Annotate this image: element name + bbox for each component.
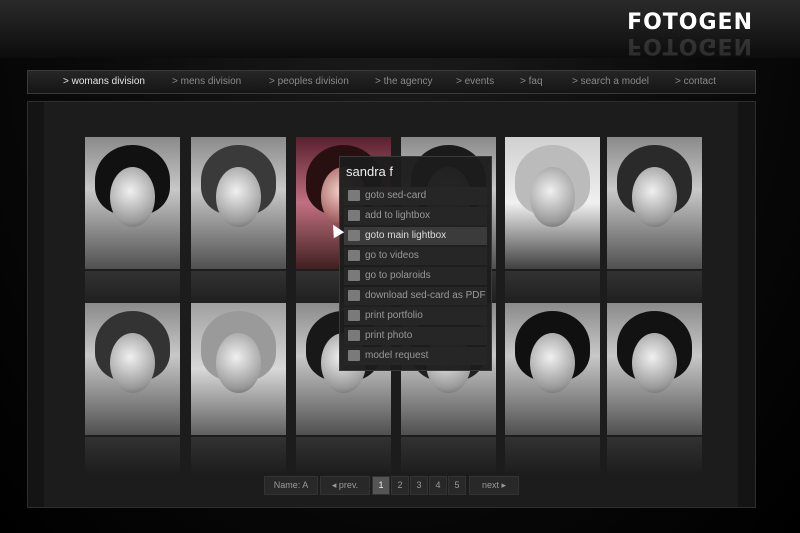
video-icon xyxy=(348,250,360,261)
model-thumbnail[interactable] xyxy=(607,303,702,475)
menu-goto-main-lightbox[interactable]: goto main lightbox xyxy=(344,227,487,245)
model-thumbnail[interactable] xyxy=(505,303,600,475)
menu-print-photo[interactable]: print photo xyxy=(344,327,487,345)
menu-go-to-videos[interactable]: go to videos xyxy=(344,247,487,265)
lightbox-icon xyxy=(348,210,360,221)
nav-the-agency[interactable]: > the agency xyxy=(375,76,433,87)
logo-reflection: FOTOGEN xyxy=(627,33,753,58)
card-icon xyxy=(348,190,360,201)
print-icon xyxy=(348,330,360,341)
prev-button[interactable]: ◂ prev. xyxy=(320,476,370,495)
nav-peoples-division[interactable]: > peoples division xyxy=(269,76,349,87)
menu-download-pdf[interactable]: download sed-card as PDF xyxy=(344,287,487,305)
logo[interactable]: FOTOGEN xyxy=(627,10,753,35)
model-thumbnail[interactable] xyxy=(85,303,180,475)
chevron-right-icon: ▸ xyxy=(498,480,507,490)
model-thumbnail[interactable] xyxy=(85,137,180,309)
page-3[interactable]: 3 xyxy=(410,476,428,495)
nav-faq[interactable]: > faq xyxy=(520,76,543,87)
next-button[interactable]: next ▸ xyxy=(469,476,519,495)
nav-mens-division[interactable]: > mens division xyxy=(172,76,241,87)
mail-icon xyxy=(348,350,360,361)
page-2[interactable]: 2 xyxy=(391,476,409,495)
chevron-left-icon: ◂ xyxy=(331,480,339,490)
nav-womans-division[interactable]: > womans division xyxy=(63,76,145,87)
page-1[interactable]: 1 xyxy=(372,476,390,495)
pdf-icon xyxy=(348,290,360,301)
print-icon xyxy=(348,310,360,321)
nav-events[interactable]: > events xyxy=(456,76,494,87)
menu-go-to-polaroids[interactable]: go to polaroids xyxy=(344,267,487,285)
model-thumbnail[interactable] xyxy=(191,303,286,475)
menu-print-portfolio[interactable]: print portfolio xyxy=(344,307,487,325)
nav-contact[interactable]: > contact xyxy=(675,76,716,87)
name-filter[interactable]: Name: A xyxy=(264,476,318,495)
polaroid-icon xyxy=(348,270,360,281)
main-nav: > womans division > mens division > peop… xyxy=(27,70,756,94)
menu-add-to-lightbox[interactable]: add to lightbox xyxy=(344,207,487,225)
nav-search-a-model[interactable]: > search a model xyxy=(572,76,649,87)
page-4[interactable]: 4 xyxy=(429,476,447,495)
menu-model-request[interactable]: model request xyxy=(344,347,487,365)
popup-model-name: sandra f xyxy=(346,164,393,179)
model-thumbnail[interactable] xyxy=(505,137,600,309)
model-thumbnail[interactable] xyxy=(607,137,702,309)
model-context-menu: sandra f goto sed-card add to lightbox g… xyxy=(339,156,492,371)
menu-goto-sed-card[interactable]: goto sed-card xyxy=(344,187,487,205)
main-lightbox-icon xyxy=(348,230,360,241)
model-thumbnail[interactable] xyxy=(191,137,286,309)
page-5[interactable]: 5 xyxy=(448,476,466,495)
